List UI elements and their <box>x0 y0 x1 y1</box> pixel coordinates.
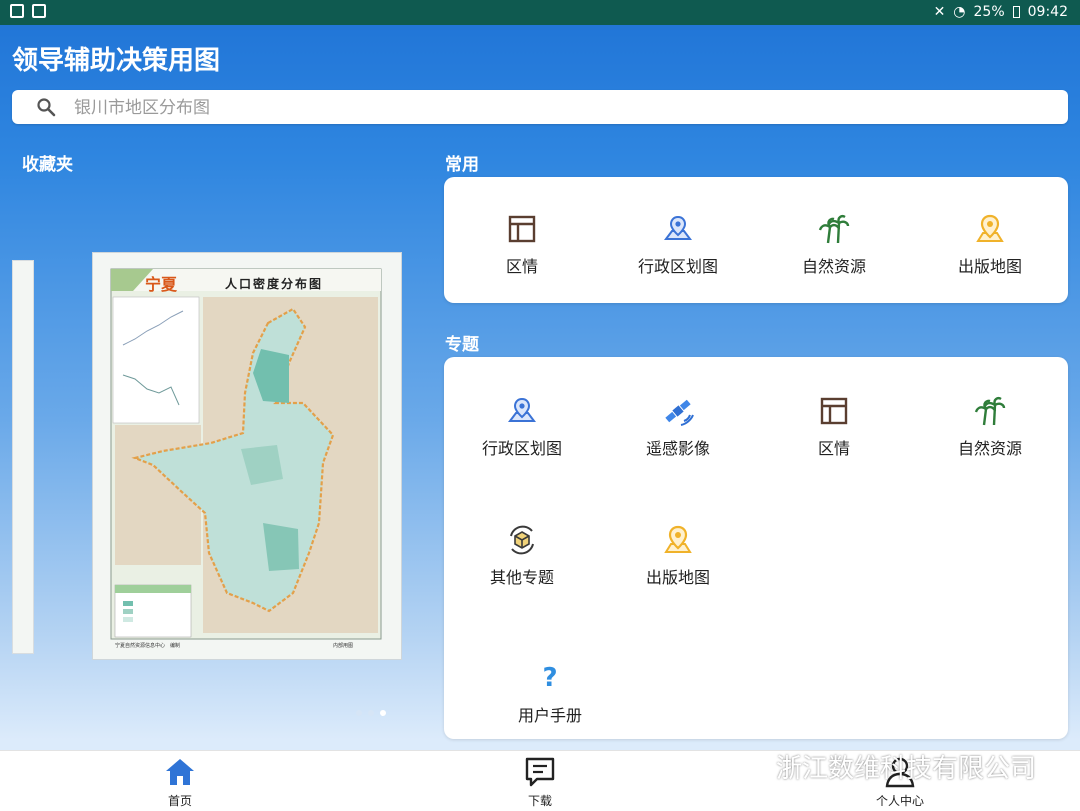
nav-label: 首页 <box>167 794 192 808</box>
wifi-icon: ◔ <box>953 4 966 20</box>
download-message-icon <box>525 757 555 787</box>
topic-item-label: 出版地图 <box>645 568 710 587</box>
common-item-label: 自然资源 <box>801 257 866 276</box>
topic-item-label: 遥感影像 <box>645 439 710 458</box>
common-item-admin-map[interactable]: 行政区划图 <box>618 213 738 293</box>
carousel-indicator[interactable] <box>356 710 386 716</box>
satellite-icon <box>665 399 694 426</box>
common-item-natural-resources[interactable]: 自然资源 <box>774 213 894 293</box>
topic-item-other[interactable]: 其他专题 <box>462 524 582 604</box>
home-icon <box>166 759 194 785</box>
layout-icon <box>820 397 848 425</box>
location-pin-icon <box>976 214 1004 242</box>
common-item-label: 区情 <box>505 257 538 276</box>
topic-item-remote-sensing[interactable]: 遥感影像 <box>618 395 738 475</box>
map-footer-right: 内部用图 <box>333 643 354 649</box>
topic-item-label: 其他专题 <box>489 568 554 587</box>
watermark: 浙江数维科技有限公司 <box>728 748 1036 785</box>
image-icon <box>10 4 24 18</box>
topic-item-quqing[interactable]: 区情 <box>774 395 894 475</box>
favorite-map-card[interactable]: 宁夏 人口密度分布图 宁夏自然资源信息中心 编制 内部用图 <box>92 252 402 660</box>
carousel-dot[interactable] <box>356 710 362 716</box>
topics-card: 行政区划图 遥感影像 区情 自然资源 其他专题 出版地图 ? 用户手册 <box>444 357 1068 739</box>
topic-item-natural-resources[interactable]: 自然资源 <box>930 395 1050 475</box>
palm-trees-icon <box>974 397 1006 426</box>
common-item-label: 出版地图 <box>957 257 1022 276</box>
map-footer-left: 宁夏自然资源信息中心 编制 <box>115 643 181 649</box>
topics-label: 专题 <box>445 335 479 355</box>
nav-label: 下载 <box>527 794 552 808</box>
common-label: 常用 <box>445 155 479 175</box>
clock: 09:42 <box>1027 4 1068 20</box>
app-title: 领导辅助决策用图 <box>12 46 221 76</box>
common-item-quqing[interactable]: 区情 <box>462 213 582 293</box>
map-pin-icon <box>508 397 536 422</box>
search-input[interactable] <box>72 94 1056 122</box>
carousel-dot-active[interactable] <box>380 710 386 716</box>
population-density-map <box>110 268 382 640</box>
topic-item-user-manual[interactable]: ? 用户手册 <box>490 662 610 742</box>
battery-level: 25% <box>973 4 1005 20</box>
file-icon <box>32 4 46 18</box>
wechat-icon <box>730 753 766 779</box>
mute-icon: ✕ <box>933 4 946 20</box>
topic-item-published-map[interactable]: 出版地图 <box>618 524 738 604</box>
nav-label: 个人中心 <box>875 794 924 808</box>
question-icon: ? <box>542 663 558 693</box>
map-pin-icon <box>664 215 692 240</box>
cube-icon <box>510 525 534 555</box>
map-brand: 宁夏 <box>145 275 178 294</box>
topic-item-label: 区情 <box>817 439 850 458</box>
nav-download[interactable]: 下载 <box>480 755 600 809</box>
location-pin-icon <box>664 525 692 553</box>
search-icon <box>37 98 56 117</box>
nav-home[interactable]: 首页 <box>120 755 240 809</box>
common-card: 区情 行政区划图 自然资源 出版地图 <box>444 177 1068 303</box>
watermark-text: 浙江数维科技有限公司 <box>776 754 1037 784</box>
topic-item-label: 用户手册 <box>517 706 582 725</box>
common-item-published-map[interactable]: 出版地图 <box>930 213 1050 293</box>
map-title: 人口密度分布图 <box>225 277 324 291</box>
status-bar: ✕ ◔ 25% 09:42 <box>0 0 1080 25</box>
carousel-prev-card[interactable] <box>12 260 34 654</box>
common-item-label: 行政区划图 <box>637 257 718 276</box>
topic-item-admin-map[interactable]: 行政区划图 <box>462 395 582 475</box>
palm-trees-icon <box>818 215 850 244</box>
search-bar[interactable] <box>12 90 1068 124</box>
topic-item-label: 行政区划图 <box>481 439 562 458</box>
favorites-label: 收藏夹 <box>22 155 73 175</box>
carousel-dot[interactable] <box>368 710 374 716</box>
battery-icon <box>1012 6 1020 18</box>
layout-icon <box>508 215 536 243</box>
topic-item-label: 自然资源 <box>957 439 1022 458</box>
